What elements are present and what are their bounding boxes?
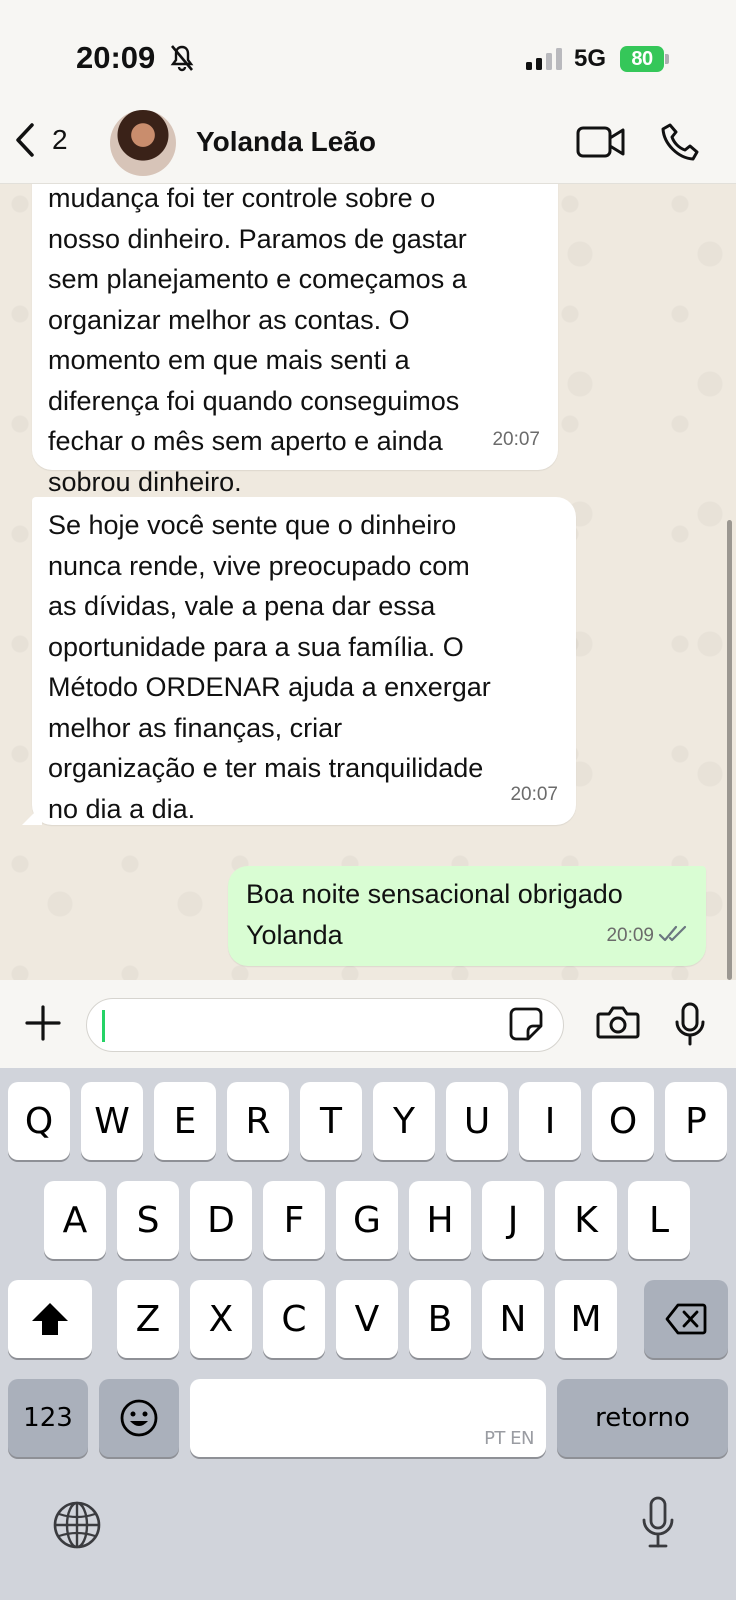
message-bubble-incoming[interactable]: Se hoje você sente que o dinheiro nunca … <box>32 497 576 825</box>
contact-name[interactable]: Yolanda Leão <box>196 126 376 158</box>
numbers-key[interactable]: 123 <box>8 1379 88 1457</box>
backspace-key[interactable] <box>644 1280 728 1358</box>
key-e[interactable]: E <box>154 1082 216 1160</box>
key-v[interactable]: V <box>336 1280 398 1358</box>
key-q[interactable]: Q <box>8 1082 70 1160</box>
key-l[interactable]: L <box>628 1181 690 1259</box>
message-time: 20:09 <box>606 924 654 946</box>
double-check-icon <box>658 914 688 955</box>
phone-call-icon[interactable] <box>660 122 700 167</box>
key-g[interactable]: G <box>336 1181 398 1259</box>
scrollbar[interactable] <box>727 520 732 980</box>
key-t[interactable]: T <box>300 1082 362 1160</box>
camera-icon[interactable] <box>596 1004 640 1045</box>
key-r[interactable]: R <box>227 1082 289 1160</box>
plus-icon[interactable] <box>24 1004 62 1047</box>
key-b[interactable]: B <box>409 1280 471 1358</box>
key-s[interactable]: S <box>117 1181 179 1259</box>
key-f[interactable]: F <box>263 1181 325 1259</box>
key-y[interactable]: Y <box>373 1082 435 1160</box>
message-bubble-incoming[interactable]: mudança foi ter controle sobre o nosso d… <box>32 184 558 497</box>
signal-icon <box>526 48 562 75</box>
network-label: 5G <box>574 45 607 72</box>
battery-level: 80 <box>631 47 653 70</box>
bell-slash-icon <box>170 44 194 77</box>
chevron-left-icon <box>16 123 34 157</box>
message-bubble-outgoing[interactable]: Boa noite sensacional obrigado Yolanda 2… <box>228 866 706 966</box>
key-i[interactable]: I <box>519 1082 581 1160</box>
input-bar <box>0 980 736 1068</box>
key-x[interactable]: X <box>190 1280 252 1358</box>
space-key[interactable]: PT EN <box>190 1379 546 1457</box>
video-call-icon[interactable] <box>576 124 626 165</box>
key-h[interactable]: H <box>409 1181 471 1259</box>
language-hint: PT EN <box>484 1428 534 1449</box>
keyboard: Q W E R T Y U I O P A S D F G H J K L Z … <box>0 1068 736 1600</box>
key-m[interactable]: M <box>555 1280 617 1358</box>
key-k[interactable]: K <box>555 1181 617 1259</box>
status-time: 20:09 <box>76 40 156 75</box>
backspace-icon <box>665 1303 707 1335</box>
globe-icon[interactable] <box>52 1500 102 1555</box>
top-bar: 20:09 5G 80 2 Yolanda Leão <box>0 0 736 184</box>
unread-count: 2 <box>52 124 68 155</box>
shift-arrow-icon <box>32 1303 68 1335</box>
message-text: Se hoje você sente que o dinheiro nunca … <box>48 510 491 824</box>
key-o[interactable]: O <box>592 1082 654 1160</box>
return-key[interactable]: retorno <box>557 1379 728 1457</box>
text-caret <box>102 1010 105 1042</box>
key-z[interactable]: Z <box>117 1280 179 1358</box>
key-d[interactable]: D <box>190 1181 252 1259</box>
emoji-key[interactable] <box>99 1379 179 1457</box>
message-text: mudança foi ter controle sobre o nosso d… <box>48 184 467 497</box>
message-input[interactable] <box>86 998 564 1052</box>
contact-avatar[interactable] <box>110 110 176 176</box>
key-n[interactable]: N <box>482 1280 544 1358</box>
sticker-icon[interactable] <box>508 1006 544 1047</box>
key-w[interactable]: W <box>81 1082 143 1160</box>
key-a[interactable]: A <box>44 1181 106 1259</box>
key-c[interactable]: C <box>263 1280 325 1358</box>
message-time: 20:07 <box>492 428 540 450</box>
key-j[interactable]: J <box>482 1181 544 1259</box>
dictation-microphone-icon[interactable] <box>640 1496 676 1555</box>
chat-area[interactable]: mudança foi ter controle sobre o nosso d… <box>0 184 736 980</box>
microphone-icon[interactable] <box>674 1002 706 1051</box>
key-p[interactable]: P <box>665 1082 727 1160</box>
emoji-icon <box>120 1399 158 1437</box>
back-button[interactable]: 2 <box>14 122 68 158</box>
message-time: 20:07 <box>510 783 558 805</box>
shift-key[interactable] <box>8 1280 92 1358</box>
key-u[interactable]: U <box>446 1082 508 1160</box>
battery-icon: 80 <box>620 46 669 72</box>
